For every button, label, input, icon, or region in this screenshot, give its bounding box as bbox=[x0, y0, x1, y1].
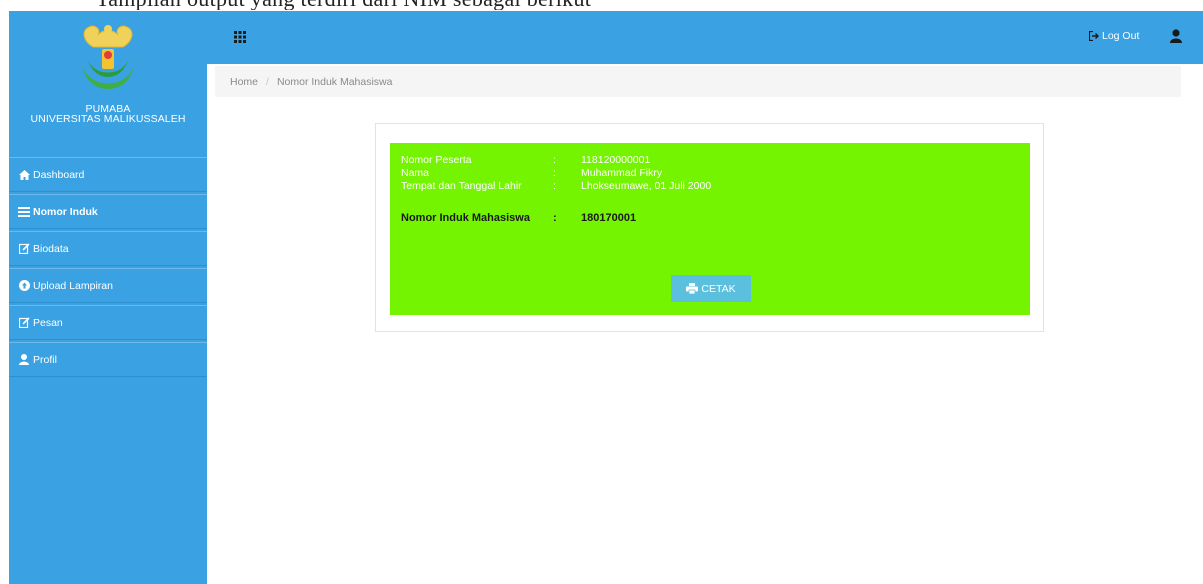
info-value: Lhokseumawe, 01 Juli 2000 bbox=[581, 180, 712, 192]
top-navbar: Log Out bbox=[207, 11, 1203, 64]
page-caption: Tampilan output yang terdiri dari NIM se… bbox=[0, 0, 1203, 10]
sidebar-item-label: Nomor Induk bbox=[33, 205, 98, 218]
sidebar-item-label: Dashboard bbox=[33, 168, 85, 181]
brand-name: PUMABA UNIVERSITAS MALIKUSSALEH bbox=[9, 104, 207, 125]
info-colon: : bbox=[553, 154, 556, 166]
sidebar-item-label: Pesan bbox=[33, 316, 63, 329]
info-value: Muhammad Fikry bbox=[581, 167, 663, 179]
sidebar-item-nomor-induk[interactable]: Nomor Induk bbox=[9, 194, 207, 229]
user-icon bbox=[18, 354, 30, 366]
breadcrumb-separator: / bbox=[266, 75, 269, 88]
grid-menu-icon[interactable] bbox=[234, 31, 246, 43]
sidebar-item-biodata[interactable]: Biodata bbox=[9, 231, 207, 266]
info-colon: : bbox=[553, 180, 556, 192]
print-label: CETAK bbox=[701, 282, 736, 295]
home-icon bbox=[18, 169, 30, 181]
breadcrumb-home-link[interactable]: Home bbox=[230, 76, 258, 88]
nim-colon: : bbox=[553, 212, 557, 224]
logout-icon bbox=[1089, 31, 1099, 41]
sidebar-item-label: Biodata bbox=[33, 242, 69, 255]
sidebar-item-label: Upload Lampiran bbox=[33, 279, 113, 292]
info-value: 118120000001 bbox=[581, 154, 651, 166]
brand-line-2: UNIVERSITAS MALIKUSSALEH bbox=[30, 113, 186, 125]
print-icon bbox=[686, 283, 699, 294]
info-label: Nama bbox=[401, 167, 430, 179]
nim-label: Nomor Induk Mahasiswa bbox=[401, 212, 530, 224]
edit-icon bbox=[18, 317, 30, 329]
sidebar: PUMABA UNIVERSITAS MALIKUSSALEH Dashboar… bbox=[9, 11, 207, 584]
info-colon: : bbox=[553, 167, 556, 179]
info-label: Nomor Peserta bbox=[401, 154, 472, 166]
sidebar-item-dashboard[interactable]: Dashboard bbox=[9, 157, 207, 192]
print-button[interactable]: CETAK bbox=[671, 275, 751, 302]
sidebar-item-profil[interactable]: Profil bbox=[9, 342, 207, 377]
brand-area: PUMABA UNIVERSITAS MALIKUSSALEH bbox=[9, 11, 207, 159]
logout-label: Log Out bbox=[1102, 30, 1140, 42]
sidebar-menu: Dashboard Nomor Induk Biodata Upload Lam… bbox=[9, 157, 207, 379]
university-logo-icon bbox=[80, 25, 136, 89]
sidebar-item-upload-lampiran[interactable]: Upload Lampiran bbox=[9, 268, 207, 303]
nim-value: 180170001 bbox=[581, 212, 637, 224]
logout-button[interactable]: Log Out bbox=[1089, 30, 1139, 42]
edit-icon bbox=[18, 243, 30, 255]
sidebar-item-label: Profil bbox=[33, 353, 57, 366]
breadcrumb-current: Nomor Induk Mahasiswa bbox=[276, 75, 393, 88]
sidebar-item-pesan[interactable]: Pesan bbox=[9, 305, 207, 340]
breadcrumb: Home / Nomor Induk Mahasiswa bbox=[215, 66, 1181, 97]
nim-card: Nomor Peserta : 118120000001 Nama : Muha… bbox=[375, 123, 1044, 332]
list-icon bbox=[18, 206, 30, 218]
caption-text: Tampilan output yang terdiri dari NIM se… bbox=[96, 0, 591, 10]
user-icon[interactable] bbox=[1170, 29, 1182, 43]
info-label: Tempat dan Tanggal Lahir bbox=[401, 180, 522, 192]
nim-info-box: Nomor Peserta : 118120000001 Nama : Muha… bbox=[390, 143, 1030, 315]
upload-icon bbox=[18, 280, 30, 292]
